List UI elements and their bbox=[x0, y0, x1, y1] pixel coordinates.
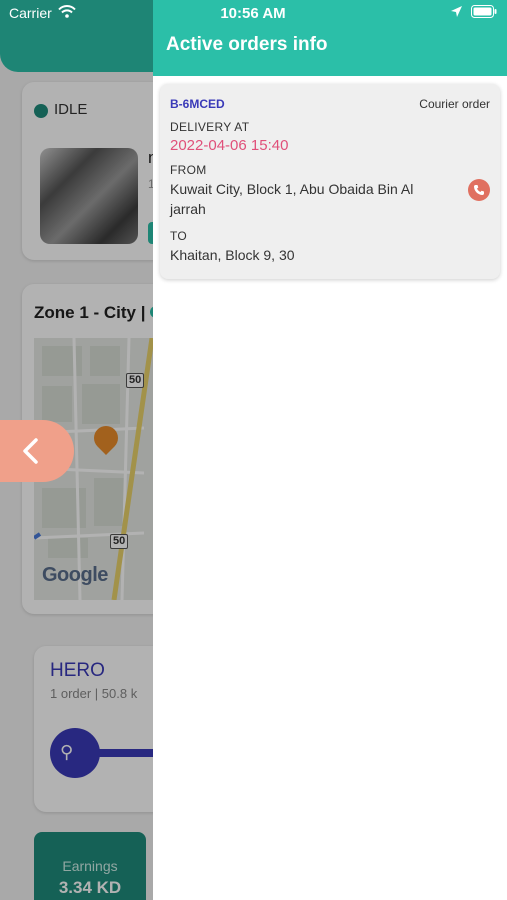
status-bar-left: Carrier bbox=[9, 5, 76, 21]
active-orders-drawer: 10:56 AM Active orders info B-6MCED Cour… bbox=[153, 0, 507, 900]
battery-icon bbox=[471, 5, 497, 23]
call-button[interactable] bbox=[468, 179, 490, 201]
to-address: Khaitan, Block 9, 30 bbox=[170, 247, 295, 263]
delivery-label: DELIVERY AT bbox=[170, 120, 250, 134]
from-address-line-2: jarrah bbox=[170, 201, 206, 217]
close-drawer-button[interactable] bbox=[0, 420, 74, 482]
from-label: FROM bbox=[170, 163, 207, 177]
status-bar-time: 10:56 AM bbox=[220, 5, 286, 22]
carrier-label: Carrier bbox=[9, 5, 52, 21]
chevron-left-icon bbox=[23, 438, 38, 464]
location-arrow-icon bbox=[450, 5, 463, 23]
to-label: TO bbox=[170, 229, 188, 243]
status-bar-right bbox=[450, 5, 497, 23]
delivery-datetime: 2022-04-06 15:40 bbox=[170, 137, 289, 154]
order-card[interactable]: B-6MCED Courier order DELIVERY AT 2022-0… bbox=[160, 84, 500, 279]
order-id: B-6MCED bbox=[170, 97, 225, 111]
from-address-line-1: Kuwait City, Block 1, Abu Obaida Bin Al bbox=[170, 181, 414, 197]
drawer-title: Active orders info bbox=[166, 34, 328, 55]
wifi-icon bbox=[58, 5, 76, 21]
order-type: Courier order bbox=[419, 97, 490, 111]
phone-icon bbox=[474, 185, 484, 195]
drawer-header: 10:56 AM Active orders info bbox=[153, 0, 507, 76]
